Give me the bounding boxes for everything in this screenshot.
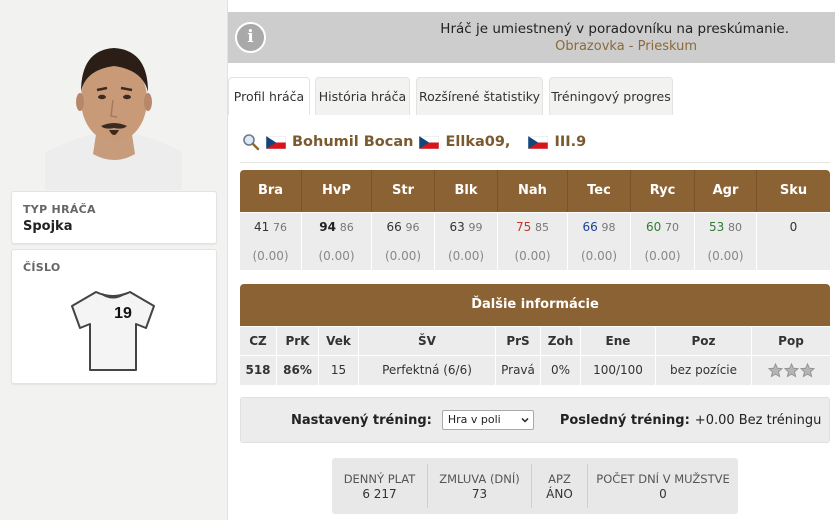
chevron-down-icon — [521, 417, 529, 423]
skill-change: (0.00) — [568, 242, 631, 270]
info-value: 518 — [240, 356, 277, 385]
tab-extended-stats[interactable]: Rozšírené štatistiky — [416, 77, 543, 115]
info-value: Perfektná (6/6) — [359, 356, 496, 385]
skill-header: Ryc — [631, 170, 695, 212]
info-header: PrS — [496, 327, 541, 355]
main-panel: i Hráč je umiestnený v poradovníku na pr… — [228, 0, 835, 520]
info-value: 100/100 — [581, 356, 656, 385]
info-header: Zoh — [541, 327, 581, 355]
jersey-number-card: ČÍSLO 19 — [11, 249, 217, 384]
scout-screen-link[interactable]: Obrazovka - Prieskum — [555, 39, 697, 54]
skill-change: (0.00) — [498, 242, 568, 270]
more-info-value-row: 518 86% 15 Perfektná (6/6) Pravá 0% 100/… — [240, 356, 830, 385]
tab-player-profile[interactable]: Profil hráča — [228, 77, 310, 115]
tab-player-history[interactable]: História hráča — [315, 77, 410, 115]
contract-item: POČET DNÍ V MUŽSTVE 0 — [596, 471, 730, 501]
training-select[interactable]: Hra v poli — [441, 410, 534, 430]
skill-value: 60 70 — [631, 213, 695, 242]
skill-header: Tec — [568, 170, 631, 212]
star-icon — [767, 363, 783, 378]
info-value: 15 — [319, 356, 359, 385]
skill-change — [757, 242, 830, 270]
divider — [240, 162, 830, 163]
info-banner: i Hráč je umiestnený v poradovníku na pr… — [228, 12, 835, 63]
info-icon: i — [235, 22, 266, 53]
skill-header: Blk — [435, 170, 498, 212]
player-type-label: TYP HRÁČA — [23, 203, 96, 216]
skill-value: 66 98 — [568, 213, 631, 242]
skill-value: 0 — [757, 213, 830, 242]
player-type-card: TYP HRÁČA Spojka — [11, 191, 217, 244]
info-header: Poz — [656, 327, 752, 355]
skills-table: Bra HvP Str Blk Nah Tec Ryc Agr Sku 41 7… — [240, 170, 830, 270]
skill-change: (0.00) — [631, 242, 695, 270]
info-value: 86% — [277, 356, 319, 385]
magnifier-icon[interactable] — [242, 133, 260, 151]
player-type-value: Spojka — [23, 219, 73, 234]
skill-header: Bra — [240, 170, 302, 212]
training-bar: Nastavený tréning: Hra v poli Posledný t… — [240, 397, 830, 443]
skills-change-row: (0.00) (0.00) (0.00) (0.00) (0.00) (0.00… — [240, 242, 830, 270]
czech-flag-icon — [266, 135, 286, 149]
skill-change: (0.00) — [302, 242, 372, 270]
info-header: PrK — [277, 327, 319, 355]
skill-change: (0.00) — [695, 242, 757, 270]
skill-change: (0.00) — [372, 242, 435, 270]
jersey-number: 19 — [114, 305, 132, 322]
skill-value: 41 76 — [240, 213, 302, 242]
more-info-header-row: CZ PrK Vek ŠV PrS Zoh Ene Poz Pop — [240, 327, 830, 355]
contract-item: ZMLUVA (DNÍ) 73 — [428, 464, 532, 508]
more-info-table: Ďalšie informácie CZ PrK Vek ŠV PrS Zoh … — [240, 284, 830, 385]
star-icon — [783, 363, 799, 378]
league-name[interactable]: III.9 — [554, 134, 586, 150]
skill-value: 94 86 — [302, 213, 372, 242]
training-set-label: Nastavený tréning: — [291, 412, 432, 428]
contract-item: DENNÝ PLAT 6 217 — [332, 464, 428, 508]
star-icon — [799, 363, 815, 378]
skill-value: 66 96 — [372, 213, 435, 242]
jersey-icon: 19 — [71, 291, 155, 371]
player-portrait — [45, 48, 182, 190]
skills-header-row: Bra HvP Str Blk Nah Tec Ryc Agr Sku — [240, 170, 830, 212]
info-header: Pop — [752, 327, 830, 355]
info-header: ŠV — [359, 327, 496, 355]
tab-bar: Profil hráča História hráča Rozšírené št… — [228, 77, 835, 115]
czech-flag-icon — [528, 135, 549, 149]
skill-value: 53 80 — [695, 213, 757, 242]
info-header: Ene — [581, 327, 656, 355]
more-info-title: Ďalšie informácie — [240, 284, 830, 326]
tab-training-progress[interactable]: Tréningový progres — [549, 77, 673, 115]
popularity-stars — [752, 356, 830, 385]
skill-value: 63 99 — [435, 213, 498, 242]
info-value: 0% — [541, 356, 581, 385]
skill-header: HvP — [302, 170, 372, 212]
jersey-number-label: ČÍSLO — [23, 261, 61, 274]
skills-value-row: 41 76 94 86 66 96 63 99 75 85 66 98 60 7… — [240, 213, 830, 242]
info-header: CZ — [240, 327, 277, 355]
skill-header: Str — [372, 170, 435, 212]
info-value: bez pozície — [656, 356, 752, 385]
skill-header: Sku — [779, 183, 808, 198]
contract-item: APZ ÁNO — [532, 464, 588, 508]
skill-value: 75 85 — [498, 213, 568, 242]
team-name[interactable]: Ellka09, — [445, 134, 510, 150]
left-panel: TYP HRÁČA Spojka ČÍSLO 19 — [0, 0, 228, 520]
info-message: Hráč je umiestnený v poradovníku na pres… — [440, 21, 789, 37]
training-last-label: Posledný tréning: — [559, 412, 690, 428]
contract-box: DENNÝ PLAT 6 217 ZMLUVA (DNÍ) 73 APZ ÁNO PO… — [332, 458, 738, 514]
training-last-value: +0.00 Bez tréningu — [694, 412, 822, 428]
skill-header: Nah — [498, 170, 568, 212]
skill-change: (0.00) — [240, 242, 302, 270]
player-header: Bohumil Bocan Ellka09, III.9 — [242, 131, 586, 153]
skill-header: Agr — [695, 170, 757, 212]
czech-flag-icon — [419, 135, 440, 149]
player-name[interactable]: Bohumil Bocan — [292, 134, 413, 150]
skill-change: (0.00) — [435, 242, 498, 270]
info-header: Vek — [319, 327, 359, 355]
info-value: Pravá — [496, 356, 541, 385]
